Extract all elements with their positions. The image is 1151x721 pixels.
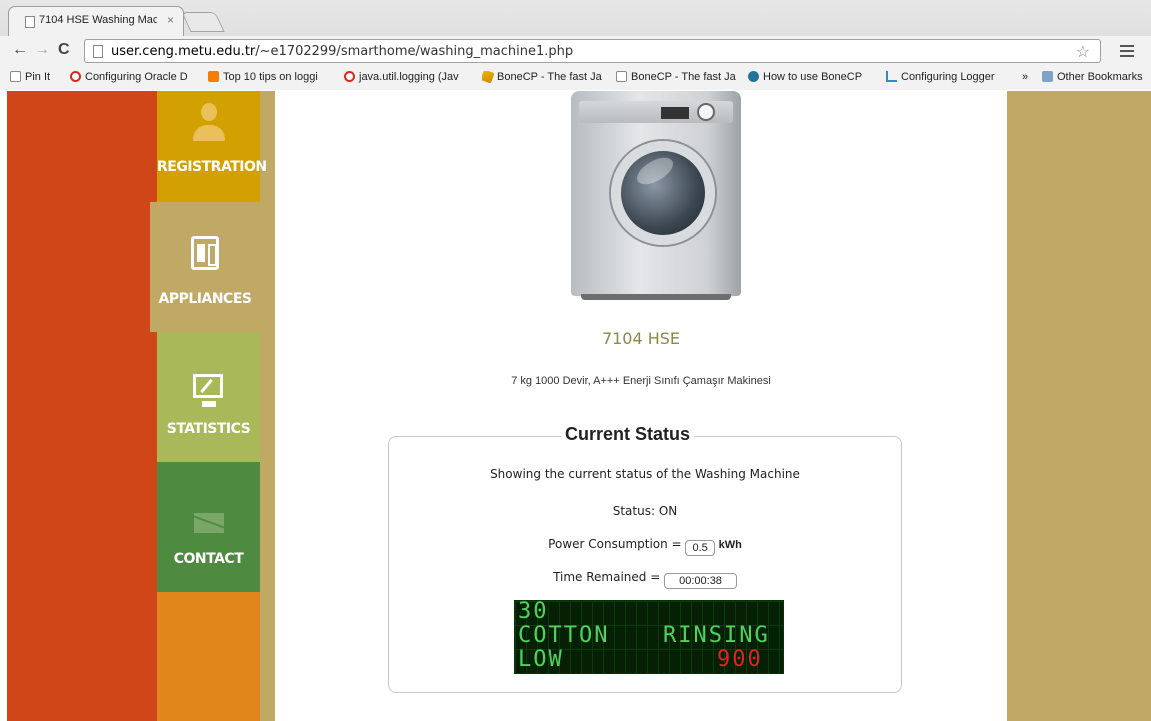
blogger-icon [208,71,219,82]
back-arrow-icon[interactable]: ← [12,41,28,59]
nav-contact[interactable]: CONTACT [157,462,260,592]
reload-icon[interactable]: C [58,41,70,59]
monitor-pen-icon [193,374,223,407]
product-description: 7 kg 1000 Devir, A+++ Enerji Sınıfı Çama… [511,375,771,387]
lcd-display: 30 COTTON RINSING LOW 900 [514,600,784,674]
address-bar[interactable]: user.ceng.metu.edu.tr/~e1702299/smarthom… [84,39,1101,63]
status-legend: Current Status [561,424,695,445]
page-icon [25,16,35,28]
bookmark-item[interactable]: java.util.logging (Jav [344,71,472,83]
tab-title: 7104 HSE Washing Machin [39,14,157,26]
oracle-icon [344,71,355,82]
bookmark-item[interactable]: Configuring Logger [886,71,1010,83]
browser-chrome: 7104 HSE Washing Machin × ← → C user.cen… [0,0,1151,90]
lcd-phase: RINSING [663,623,770,648]
left-decor-column [7,91,157,721]
nav-appliances[interactable]: APPLIANCES [150,202,260,332]
bookmark-item[interactable]: Configuring Oracle D [70,71,198,83]
bookmark-item[interactable]: Pin It [10,71,62,83]
envelope-icon [194,513,224,533]
nav-label: REGISTRATION [157,159,267,175]
person-book-icon [193,103,225,147]
oracle-icon [70,71,81,82]
menu-icon[interactable] [1116,42,1142,60]
status-intro: Showing the current status of the Washin… [490,467,800,481]
nav-label: APPLIANCES [158,291,252,307]
main-content: 7104 HSE 7 kg 1000 Devir, A+++ Enerji Sı… [275,91,1007,721]
browser-tab[interactable]: 7104 HSE Washing Machin × [8,6,184,36]
nav-statistics[interactable]: STATISTICS [157,332,260,462]
page-icon [93,45,103,58]
url-text: user.ceng.metu.edu.tr/~e1702299/smarthom… [111,44,574,59]
forward-arrow-icon[interactable]: → [34,41,50,59]
new-tab-button[interactable] [181,12,225,32]
bookmark-item[interactable]: BoneCP - The fast Ja [616,71,736,83]
bookmark-item[interactable]: Top 10 tips on loggi [208,71,338,83]
nav-label: CONTACT [173,551,244,567]
left-border-strip [260,91,275,721]
wordpress-icon [748,71,759,82]
lcd-program: COTTON [518,623,610,648]
lcd-level: LOW [518,647,564,672]
current-status-panel: Current Status Showing the current statu… [388,424,902,693]
power-consumption-row: Power Consumption = 0.5 kWh [389,537,901,556]
page-icon [10,71,21,82]
appliance-icon [191,236,219,270]
other-bookmarks-folder[interactable]: Other Bookmarks [1042,71,1150,83]
web-page: REGISTRATION APPLIANCES STATISTICS CONTA… [0,91,1151,721]
power-value-field: 0.5 [685,540,715,556]
nav-label: STATISTICS [166,421,251,437]
lcd-speed: 900 [717,647,763,672]
product-model: 7104 HSE [601,329,681,348]
time-value-field: 00:00:38 [664,573,737,589]
lcd-temperature: 30 [518,599,549,624]
bookmark-item[interactable]: How to use BoneCP [748,71,876,83]
right-decor-column [1007,91,1151,721]
power-unit: kWh [718,539,742,551]
page-icon [616,71,627,82]
bookmark-item[interactable]: BoneCP - The fast Ja [482,71,606,83]
bonecp-icon [482,71,495,83]
bookmarks-overflow-icon[interactable]: » [1022,71,1036,83]
close-icon[interactable]: × [167,13,174,27]
washing-machine-image [571,91,741,301]
power-label: Power Consumption = [548,537,682,551]
logger-icon [886,71,897,82]
bookmarks-bar: Pin It Configuring Oracle D Top 10 tips … [0,66,1151,90]
time-label: Time Remained = [553,570,661,584]
nav-registration[interactable]: REGISTRATION [157,91,267,202]
folder-icon [1042,71,1053,82]
browser-toolbar: ← → C user.ceng.metu.edu.tr/~e1702299/sm… [0,36,1151,66]
time-remained-row: Time Remained = 00:00:38 [389,570,901,589]
status-text: Status: ON [612,504,678,518]
tab-strip: 7104 HSE Washing Machin × [0,0,1151,36]
star-icon[interactable]: ☆ [1076,42,1090,62]
